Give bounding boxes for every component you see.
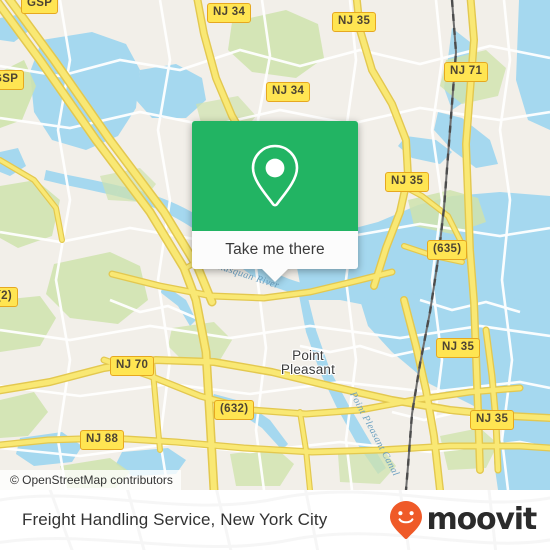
osm-attribution[interactable]: © OpenStreetMap contributors xyxy=(0,470,181,490)
shield-nj-88[interactable]: NJ 88 xyxy=(80,430,125,450)
shield-nj-70[interactable]: NJ 70 xyxy=(110,356,155,376)
popup-inner: Take me there xyxy=(192,121,358,282)
popup-header xyxy=(192,121,358,231)
footer-bar: Freight Handling Service, New York City … xyxy=(0,490,550,550)
popup-pointer-tail xyxy=(261,268,289,282)
shield-nj-71[interactable]: NJ 71 xyxy=(444,62,489,82)
shield-632[interactable]: (632) xyxy=(214,400,255,420)
shield-nj-34-top[interactable]: NJ 34 xyxy=(207,3,252,23)
shield-nj-35-mid[interactable]: NJ 35 xyxy=(385,172,430,192)
shield-nj-35-top[interactable]: NJ 35 xyxy=(332,12,377,32)
moovit-map-page: Point Pleasant Manasquan River Point Ple… xyxy=(0,0,550,550)
shield-635[interactable]: (635) xyxy=(427,240,468,260)
take-me-there-label: Take me there xyxy=(225,241,325,258)
moovit-brand[interactable]: moovit xyxy=(389,490,538,550)
map-pin-icon xyxy=(251,144,299,207)
popup-footer[interactable]: Take me there xyxy=(192,231,358,269)
shield-gsp-top[interactable]: GSP xyxy=(21,0,59,14)
shield-cr-left[interactable]: (2) xyxy=(0,287,18,307)
shield-nj-35-bot[interactable]: NJ 35 xyxy=(470,410,515,430)
location-popup-card[interactable]: Take me there xyxy=(192,121,358,282)
page-title: Freight Handling Service, New York City xyxy=(22,510,328,529)
moovit-smiley-pin-icon xyxy=(389,501,422,539)
shield-nj-34[interactable]: NJ 34 xyxy=(266,82,311,102)
shield-nj-35-low[interactable]: NJ 35 xyxy=(436,338,481,358)
shield-gsp-left[interactable]: GSP xyxy=(0,70,25,90)
moovit-wordmark: moovit xyxy=(426,502,538,537)
